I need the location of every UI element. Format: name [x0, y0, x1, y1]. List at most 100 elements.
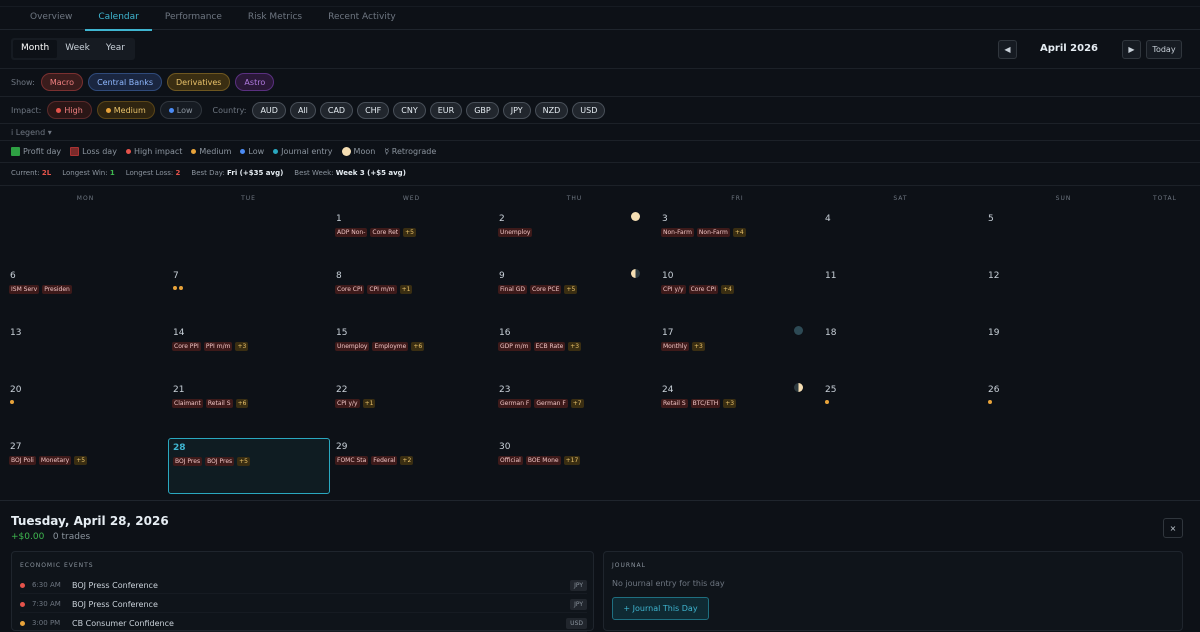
more-events-badge[interactable]: +3: [692, 342, 705, 351]
calendar-day-cell[interactable]: 1 ADP Non- Core Ret +5: [326, 200, 489, 257]
calendar-day-cell[interactable]: 13: [0, 314, 163, 371]
calendar-day-cell[interactable]: 9 Final GD Core PCE +5: [489, 257, 652, 314]
event-tag[interactable]: Federal: [371, 456, 398, 465]
more-events-badge[interactable]: +17: [563, 456, 581, 465]
more-events-badge[interactable]: +1: [362, 399, 376, 408]
event-tag[interactable]: German F: [534, 399, 568, 408]
event-tag[interactable]: Core Ret: [370, 228, 401, 237]
event-tag[interactable]: BTC/ETH: [690, 399, 721, 408]
close-detail-button[interactable]: ×: [1163, 518, 1183, 538]
country-nzd[interactable]: NZD: [534, 101, 569, 119]
event-tag[interactable]: CPI y/y: [661, 285, 686, 294]
calendar-day-cell[interactable]: 17 Monthly +3: [652, 314, 815, 371]
calendar-day-cell[interactable]: 28 BOJ Pres BOJ Pres +5: [168, 438, 330, 494]
event-tag[interactable]: Employme: [372, 342, 409, 351]
event-tag[interactable]: Claimant: [172, 399, 203, 408]
filter-derivatives[interactable]: Derivatives: [167, 73, 231, 91]
tab-recent-activity[interactable]: Recent Activity: [315, 7, 409, 31]
event-tag[interactable]: Official: [498, 456, 523, 465]
calendar-day-cell[interactable]: 26: [978, 371, 1141, 428]
calendar-day-cell[interactable]: 27 BOJ Poli Monetary +5: [0, 428, 163, 485]
country-usd[interactable]: USD: [572, 101, 606, 119]
calendar-day-cell[interactable]: 16 GDP m/m ECB Rate +3: [489, 314, 652, 371]
more-events-badge[interactable]: +2: [400, 456, 414, 465]
country-aud[interactable]: AUD: [252, 101, 286, 119]
country-cad[interactable]: CAD: [319, 101, 354, 119]
calendar-day-cell[interactable]: 20: [0, 371, 163, 428]
calendar-day-cell[interactable]: 25: [815, 371, 978, 428]
more-events-badge[interactable]: +6: [235, 399, 249, 408]
country-jpy[interactable]: JPY: [502, 101, 531, 119]
event-tag[interactable]: Final GD: [498, 285, 528, 294]
more-events-badge[interactable]: +5: [74, 456, 88, 465]
event-row[interactable]: 6:30 AM BOJ Press Conference JPY: [20, 577, 587, 594]
event-tag[interactable]: ADP Non-: [335, 228, 368, 237]
more-events-badge[interactable]: +1: [399, 285, 413, 294]
event-tag[interactable]: Unemploy: [335, 342, 370, 351]
more-events-badge[interactable]: +5: [237, 457, 251, 466]
event-tag[interactable]: Core CPI: [335, 285, 365, 294]
calendar-day-cell[interactable]: 8 Core CPI CPI m/m +1: [326, 257, 489, 314]
event-tag[interactable]: CPI m/m: [367, 285, 397, 294]
calendar-day-cell[interactable]: 5: [978, 200, 1141, 257]
calendar-day-cell[interactable]: 4: [815, 200, 978, 257]
tab-risk-metrics[interactable]: Risk Metrics: [235, 7, 315, 31]
event-tag[interactable]: Non-Farm: [661, 228, 694, 237]
event-tag[interactable]: BOJ Poli: [9, 456, 36, 465]
country-eur[interactable]: EUR: [429, 101, 463, 119]
calendar-day-cell[interactable]: 19: [978, 314, 1141, 371]
view-year-button[interactable]: Year: [98, 40, 133, 58]
event-tag[interactable]: BOJ Pres: [173, 457, 203, 466]
calendar-day-cell[interactable]: 29 FOMC Sta Federal +2: [326, 428, 489, 485]
event-tag[interactable]: Presiden: [42, 285, 72, 294]
impact-medium[interactable]: Medium: [96, 101, 155, 119]
more-events-badge[interactable]: +6: [411, 342, 425, 351]
event-tag[interactable]: Monetary: [38, 456, 72, 465]
view-month-button[interactable]: Month: [13, 40, 58, 58]
legend-toggle[interactable]: i Legend ▾: [11, 128, 52, 137]
tab-overview[interactable]: Overview: [17, 7, 85, 31]
calendar-day-cell[interactable]: 3 Non-Farm Non-Farm +4: [652, 200, 815, 257]
calendar-day-cell[interactable]: 14 Core PPI PPI m/m +3: [163, 314, 326, 371]
event-tag[interactable]: German F: [498, 399, 532, 408]
calendar-day-cell[interactable]: 22 CPI y/y +1: [326, 371, 489, 428]
calendar-day-cell[interactable]: 6 ISM Serv Presiden: [0, 257, 163, 314]
calendar-day-cell[interactable]: 10 CPI y/y Core CPI +4: [652, 257, 815, 314]
event-tag[interactable]: BOJ Pres: [205, 457, 235, 466]
event-tag[interactable]: Non-Farm: [696, 228, 730, 237]
today-button[interactable]: Today: [1146, 40, 1182, 59]
event-row[interactable]: 7:30 AM BOJ Press Conference JPY: [20, 596, 587, 613]
event-tag[interactable]: Unemploy: [498, 228, 533, 237]
country-chf[interactable]: CHF: [357, 101, 390, 119]
event-row[interactable]: 3:00 PM CB Consumer Confidence USD: [20, 615, 587, 632]
event-tag[interactable]: Retail S: [205, 399, 233, 408]
event-tag[interactable]: Core PPI: [172, 342, 201, 351]
filter-astro[interactable]: Astro: [235, 73, 275, 91]
journal-this-day-button[interactable]: + Journal This Day: [612, 597, 709, 620]
calendar-day-cell[interactable]: 11: [815, 257, 978, 314]
calendar-day-cell[interactable]: 18: [815, 314, 978, 371]
country-all[interactable]: All: [289, 101, 316, 119]
event-tag[interactable]: ISM Serv: [9, 285, 40, 294]
event-tag[interactable]: Monthly: [661, 342, 690, 351]
calendar-day-cell[interactable]: 21 Claimant Retail S +6: [163, 371, 326, 428]
event-tag[interactable]: PPI m/m: [203, 342, 233, 351]
event-tag[interactable]: GDP m/m: [498, 342, 531, 351]
country-gbp[interactable]: GBP: [466, 101, 499, 119]
calendar-day-cell[interactable]: 23 German F German F +7: [489, 371, 652, 428]
view-week-button[interactable]: Week: [57, 40, 98, 58]
event-tag[interactable]: CPI y/y: [335, 399, 360, 408]
next-month-button[interactable]: ▶: [1122, 40, 1141, 59]
more-events-badge[interactable]: +5: [564, 285, 578, 294]
more-events-badge[interactable]: +5: [403, 228, 416, 237]
event-tag[interactable]: Core PCE: [530, 285, 562, 294]
more-events-badge[interactable]: +4: [732, 228, 746, 237]
tab-calendar[interactable]: Calendar: [85, 7, 152, 31]
filter-central-banks[interactable]: Central Banks: [88, 73, 162, 91]
event-tag[interactable]: BOE Mone: [525, 456, 561, 465]
more-events-badge[interactable]: +3: [235, 342, 249, 351]
calendar-day-cell[interactable]: 7: [163, 257, 326, 314]
calendar-day-cell[interactable]: 24 Retail S BTC/ETH +3: [652, 371, 815, 428]
calendar-day-cell[interactable]: 12: [978, 257, 1141, 314]
more-events-badge[interactable]: +3: [568, 342, 582, 351]
